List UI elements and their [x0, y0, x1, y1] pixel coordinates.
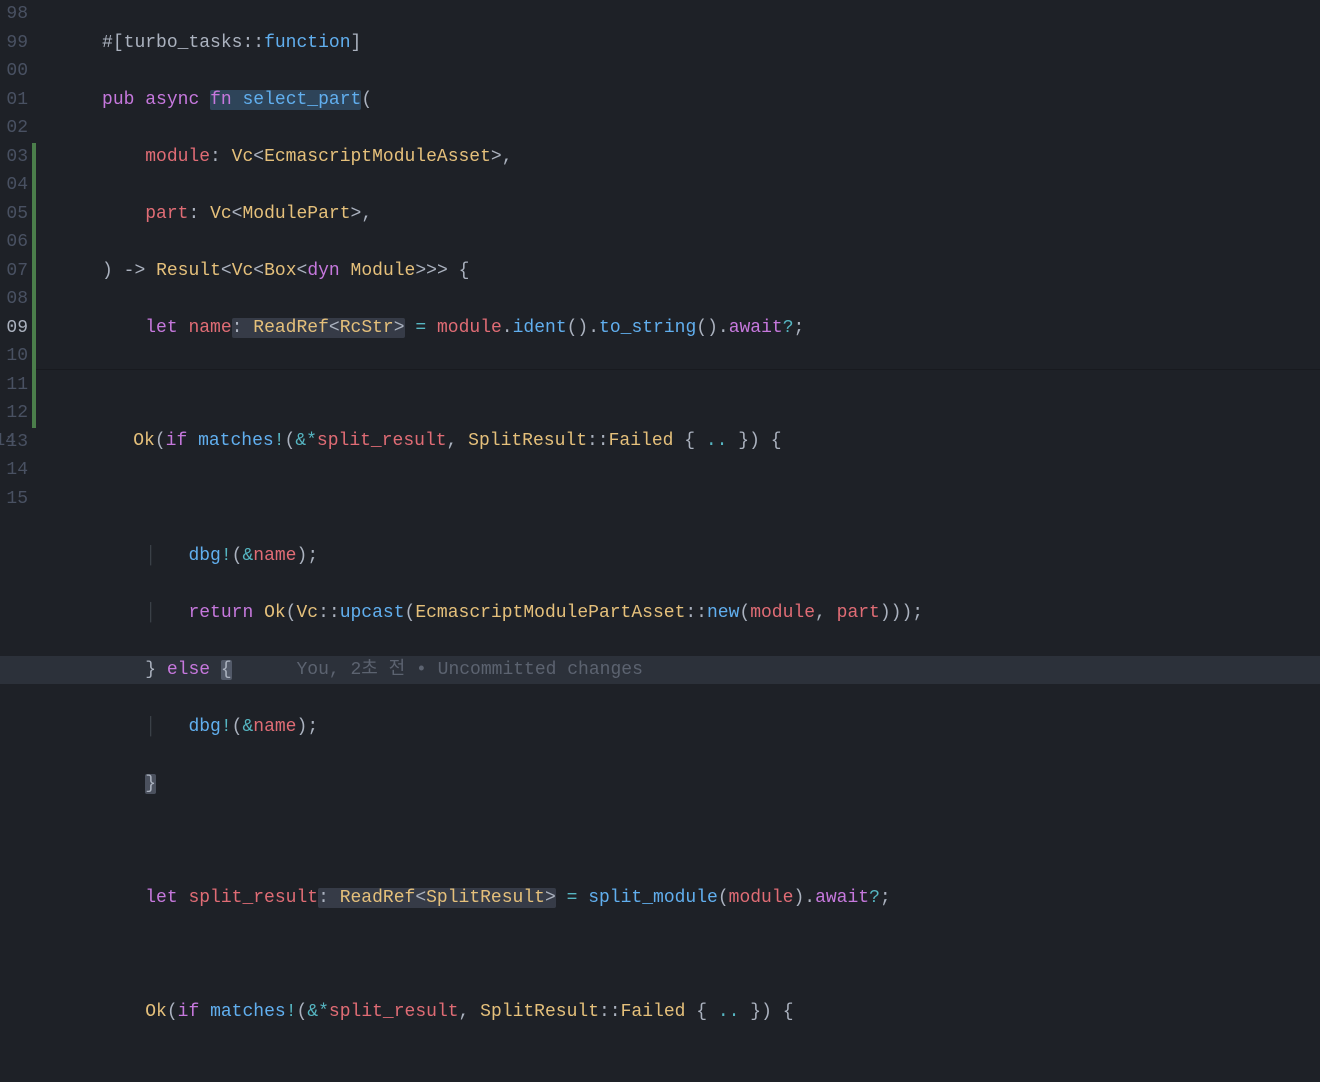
- code-line[interactable]: │ dbg!(&name);: [48, 713, 1320, 742]
- code-line[interactable]: │ dbg!(&name);: [48, 542, 1320, 571]
- line-number: 08: [0, 285, 28, 314]
- code-line[interactable]: [48, 827, 1320, 856]
- code-line[interactable]: module: Vc<EcmascriptModuleAsset>,: [48, 143, 1320, 172]
- line-number-gutter: 98 99 00 01 02 03 04 05 06 07 08 09 10 1…: [0, 0, 32, 541]
- code-line[interactable]: }: [48, 770, 1320, 799]
- line-number: 01: [0, 86, 28, 115]
- code-line[interactable]: part: Vc<ModulePart>,: [48, 200, 1320, 229]
- code-line[interactable]: #[turbo_tasks::function]: [48, 29, 1320, 58]
- code-line[interactable]: ) -> Result<Vc<Box<dyn Module>>> {: [48, 257, 1320, 286]
- code-line[interactable]: [48, 941, 1320, 970]
- line-number: 04: [0, 171, 28, 200]
- line-number: 09: [0, 314, 28, 343]
- line-number: 11: [0, 371, 28, 400]
- line-number: 05: [0, 200, 28, 229]
- code-line[interactable]: │ return Ok(Vc::upcast(EcmascriptModuleP…: [48, 599, 1320, 628]
- line-number: 14: [0, 427, 20, 456]
- line-number: 99: [0, 29, 28, 58]
- line-number: 00: [0, 57, 28, 86]
- code-line-active[interactable]: } else { You, 2초 전 • Uncommitted changes: [48, 656, 1320, 685]
- line-number: 98: [0, 0, 28, 29]
- line-number: 03: [0, 143, 28, 172]
- git-blame-annotation: You, 2초 전 • Uncommitted changes: [297, 660, 643, 680]
- sticky-scroll-header[interactable]: 14 Ok(if matches!(&*split_result, SplitR…: [36, 369, 1320, 513]
- code-line[interactable]: pub async fn select_part(: [48, 86, 1320, 115]
- code-line[interactable]: let split_result: ReadRef<SplitResult> =…: [48, 884, 1320, 913]
- code-line[interactable]: Ok(if matches!(&*split_result, SplitResu…: [48, 998, 1320, 1027]
- code-area[interactable]: #[turbo_tasks::function] pub async fn se…: [36, 0, 1320, 541]
- line-number: 02: [0, 114, 28, 143]
- line-number: 10: [0, 342, 28, 371]
- code-editor[interactable]: 98 99 00 01 02 03 04 05 06 07 08 09 10 1…: [0, 0, 1320, 541]
- code-line[interactable]: let name: ReadRef<RcStr> = module.ident(…: [48, 314, 1320, 343]
- line-number: 12: [0, 399, 28, 428]
- line-number: 07: [0, 257, 28, 286]
- line-number: 06: [0, 228, 28, 257]
- line-number: 15: [0, 485, 28, 514]
- line-number: 14: [0, 456, 28, 485]
- code-line[interactable]: Ok(if matches!(&*split_result, SplitResu…: [24, 427, 782, 456]
